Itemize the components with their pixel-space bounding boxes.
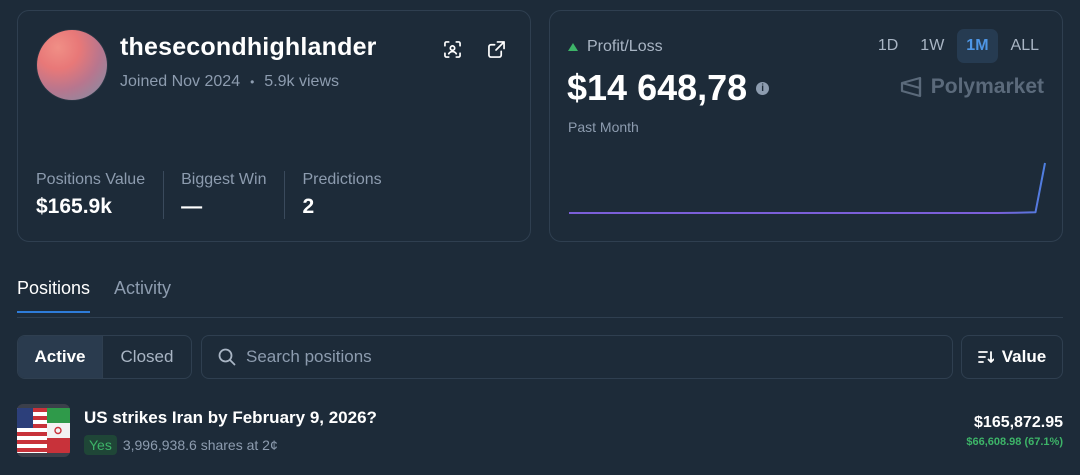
shares-info: 3,996,938.6 shares at 2¢ (122, 437, 278, 453)
search-icon (218, 348, 236, 366)
username: thesecondhighlander (120, 33, 377, 61)
sort-icon (977, 351, 994, 363)
stat-label: Positions Value (36, 171, 146, 188)
active-filter-button[interactable]: Active (18, 336, 102, 378)
profile-card: thesecondhighlander Joined Nov 2024 • 5.… (17, 10, 531, 242)
timeframe-1m[interactable]: 1M (957, 29, 998, 63)
position-row[interactable]: US strikes Iran by February 9, 2026? Yes… (17, 400, 1063, 464)
views-count: 5.9k views (264, 73, 339, 90)
position-details: Yes 3,996,938.6 shares at 2¢ (84, 435, 278, 455)
stat-label: Predictions (302, 171, 382, 188)
closed-filter-button[interactable]: Closed (102, 336, 191, 378)
stat-positions-value: Positions Value $165.9k (36, 171, 163, 219)
outcome-badge: Yes (84, 435, 117, 455)
timeframe-selector: 1D 1W 1M ALL (869, 29, 1048, 63)
info-icon[interactable]: i (756, 81, 770, 95)
tab-activity[interactable]: Activity (114, 278, 171, 311)
pnl-series-line (569, 162, 1046, 214)
scan-profile-button[interactable] (440, 37, 464, 61)
scan-icon (443, 40, 461, 58)
position-value: $165,872.95 (974, 414, 1063, 431)
timeframe-1d[interactable]: 1D (869, 29, 907, 63)
brand-name: Polymarket (930, 75, 1044, 98)
stat-predictions: Predictions 2 (284, 171, 399, 219)
polymarket-brand: Polymarket (899, 75, 1044, 99)
status-toggle: Active Closed (17, 335, 192, 379)
pnl-amount: $14 648,78 (567, 67, 748, 108)
timeframe-all[interactable]: ALL (1002, 29, 1048, 63)
pnl-period: Past Month (568, 119, 639, 135)
content-tabs: Positions Activity (17, 276, 1063, 318)
joined-date: Joined Nov 2024 (120, 73, 241, 90)
pnl-label-text: Profit/Loss (587, 38, 663, 55)
avatar[interactable] (37, 30, 107, 100)
search-input[interactable] (246, 347, 926, 367)
profile-stats: Positions Value $165.9k Biggest Win — Pr… (36, 171, 400, 219)
tab-positions[interactable]: Positions (17, 278, 91, 313)
sort-button[interactable]: Value (961, 335, 1063, 379)
search-box[interactable] (201, 335, 953, 379)
profile-meta: Joined Nov 2024 • 5.9k views (120, 73, 339, 91)
stat-value: $165.9k (36, 195, 112, 218)
stat-label: Biggest Win (181, 171, 267, 188)
external-link-icon (487, 40, 505, 58)
meta-separator: • (250, 75, 255, 89)
us-iran-flags-icon (17, 404, 70, 457)
pnl-value: $14 648,78 i (567, 67, 770, 109)
trend-up-icon (568, 43, 578, 51)
pnl-chart (569, 162, 1046, 214)
stat-biggest-win: Biggest Win — (163, 171, 284, 219)
position-pnl: $66,608.98 (67.1%) (966, 436, 1063, 448)
market-icon (17, 404, 70, 457)
stat-value: 2 (302, 195, 315, 218)
share-profile-button[interactable] (484, 37, 508, 61)
stat-value: — (181, 195, 203, 218)
profit-loss-card: Profit/Loss $14 648,78 i Past Month 1D 1… (549, 10, 1063, 242)
pnl-label: Profit/Loss (568, 38, 663, 56)
polymarket-logo-icon (900, 76, 921, 98)
market-title[interactable]: US strikes Iran by February 9, 2026? (84, 408, 377, 428)
timeframe-1w[interactable]: 1W (911, 29, 953, 63)
sort-label: Value (1001, 347, 1047, 366)
